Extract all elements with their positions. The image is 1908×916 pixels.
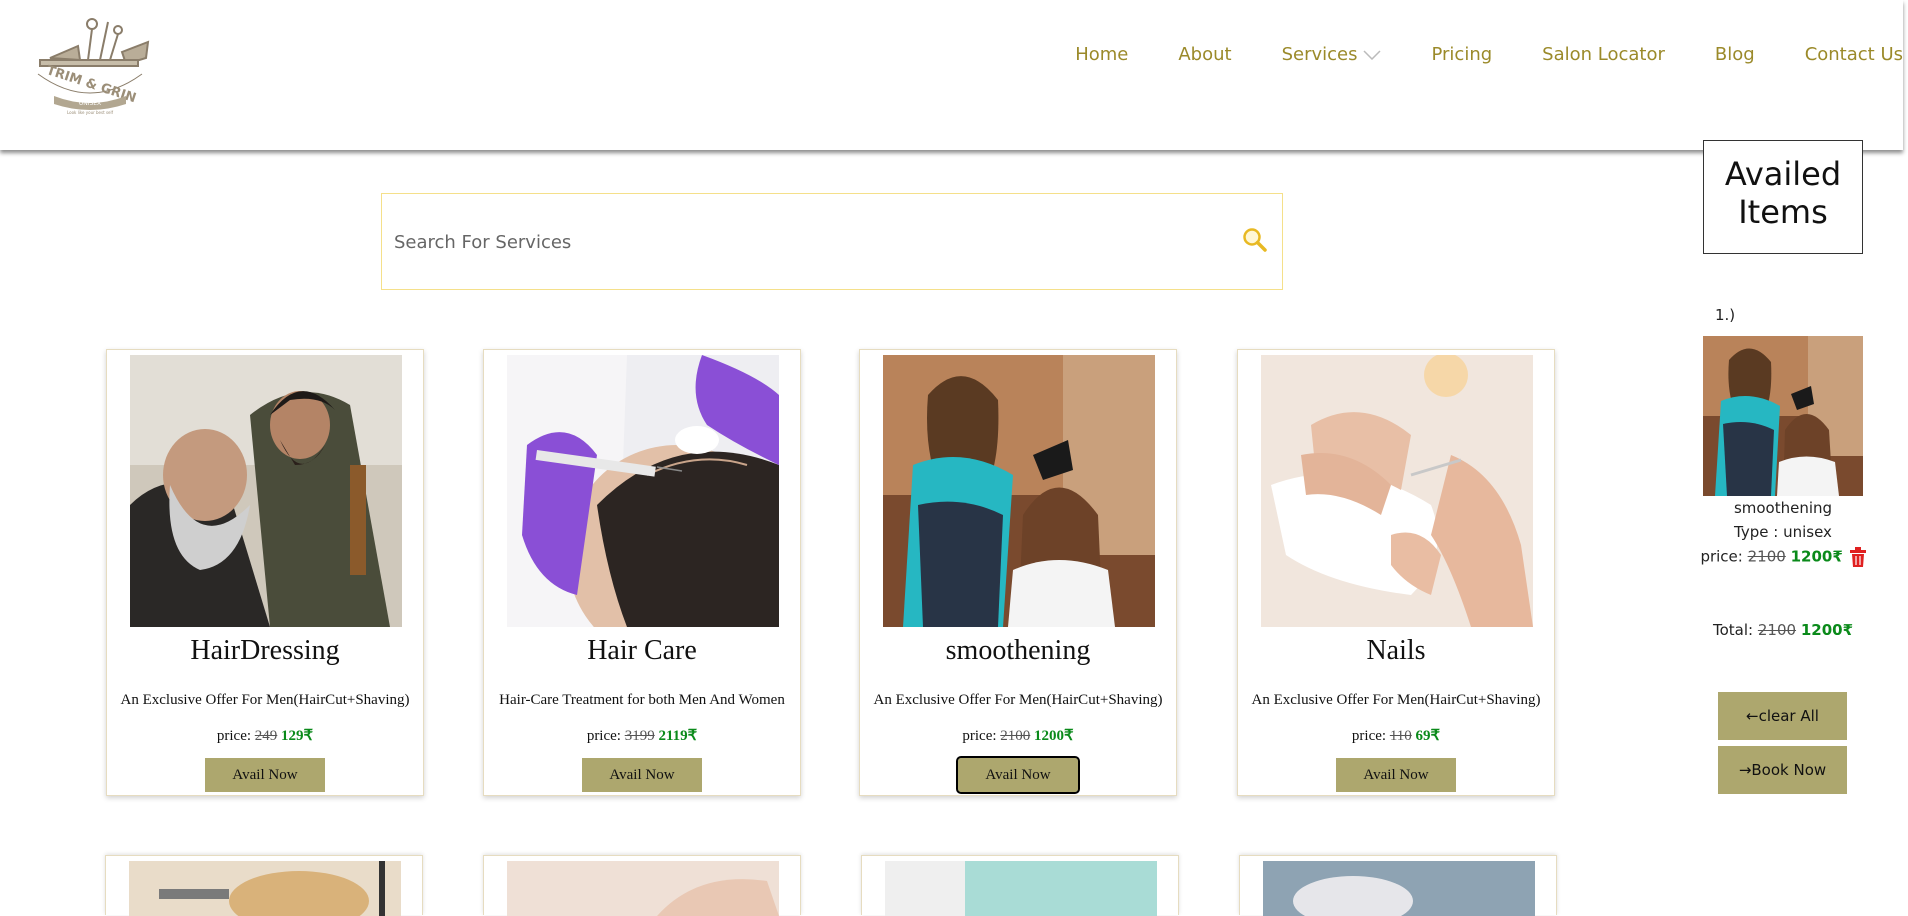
old-price: 249 [254,728,278,744]
availed-item-index: 1.) [1715,306,1736,324]
old-price: 3199 [624,728,655,744]
search-input[interactable] [392,226,1196,258]
nav-label: Services [1281,44,1358,65]
price-label: price: [962,728,997,744]
service-card: smoothening An Exclusive Offer For Men(H… [859,349,1177,796]
service-price: price: 110 69₹ [1238,726,1554,745]
nav-label: Salon Locator [1542,44,1665,65]
avail-now-button[interactable]: Avail Now [956,756,1080,794]
service-image [885,861,1157,916]
availed-total: Total: 2100 1200₹ [1700,621,1866,639]
service-card [861,855,1179,916]
avail-now-button[interactable]: Avail Now [582,758,702,792]
service-image [129,861,401,916]
service-description: An Exclusive Offer For Men(HairCut+Shavi… [873,692,1163,708]
service-price: price: 249 129₹ [107,726,423,745]
nav-home[interactable]: Home [1075,44,1128,65]
main-nav: Home About Services Pricing Salon Locato… [1075,44,1903,65]
service-card: HairDressing An Exclusive Offer For Men(… [106,349,424,796]
nav-label: Blog [1714,44,1755,65]
nav-label: Contact Us [1804,44,1903,65]
service-card: Hair Care Hair-Care Treatment for both M… [483,349,801,796]
service-title: Hair Care [587,635,697,666]
nav-pricing[interactable]: Pricing [1431,44,1492,65]
availed-items-title: Availed Items [1703,140,1863,254]
clear-all-button[interactable]: ←clear All [1718,692,1847,740]
service-image [507,861,779,916]
service-description: Hair-Care Treatment for both Men And Wom… [499,692,785,708]
service-card [1239,855,1557,916]
total-label: Total: [1712,621,1754,639]
availed-item-price: price: 2100 1200₹ [1700,547,1866,567]
search-box [381,193,1283,290]
new-price: 69₹ [1415,728,1441,744]
total-old-price: 2100 [1757,621,1797,639]
new-price: 129₹ [281,728,314,744]
service-description: An Exclusive Offer For Men(HairCut+Shavi… [120,692,410,708]
logo-tagline: Look like your best self [67,110,114,115]
service-description: An Exclusive Offer For Men(HairCut+Shavi… [1251,692,1541,708]
book-now-button[interactable]: →Book Now [1718,746,1847,794]
nav-about[interactable]: About [1178,44,1231,65]
nav-label: Pricing [1431,44,1493,65]
service-title: smoothening [945,635,1091,666]
nav-label: Home [1075,44,1129,65]
service-price: price: 3199 2119₹ [484,726,800,745]
new-price: 1200₹ [1790,547,1843,566]
trim-and-grin-logo[interactable]: TRIM & GRIN UNISEX Look like your best s… [30,12,150,117]
service-price: price: 2100 1200₹ [860,726,1176,745]
price-label: price: [1351,728,1387,744]
avail-now-button[interactable]: Avail Now [1336,758,1456,792]
nav-salon-locator[interactable]: Salon Locator [1542,44,1665,65]
old-price: 2100 [1000,728,1031,744]
availed-item-type: Type : unisex [1734,523,1832,541]
smoothening-image [883,355,1155,627]
hair-care-image [507,355,779,627]
availed-item-name: smoothening [1733,499,1833,517]
site-header: TRIM & GRIN UNISEX Look like your best s… [0,0,1903,150]
nav-blog[interactable]: Blog [1715,44,1755,65]
total-new-price: 1200₹ [1800,621,1854,639]
service-card: Nails An Exclusive Offer For Men(HairCut… [1237,349,1555,796]
new-price: 2119₹ [658,728,698,744]
hairdressing-image [130,355,402,627]
avail-now-button[interactable]: Avail Now [205,758,325,792]
service-title: Nails [1366,635,1426,666]
service-card [105,855,423,916]
search-icon[interactable] [1242,227,1268,253]
old-price: 2100 [1747,547,1786,566]
nails-image [1261,355,1533,627]
price-label: price: [586,728,621,744]
logo-sub: UNISEX [79,100,101,107]
service-image [1263,861,1535,916]
old-price: 110 [1389,728,1412,744]
chevron-down-icon [1363,49,1382,60]
trash-icon[interactable] [1849,547,1866,567]
price-label: price: [216,728,252,744]
nav-label: About [1178,44,1232,65]
new-price: 1200₹ [1034,728,1074,744]
service-card [483,855,801,916]
price-label: price: [1700,547,1743,566]
availed-item-image [1703,336,1863,496]
nav-services[interactable]: Services [1282,44,1382,65]
nav-contact-us[interactable]: Contact Us [1805,44,1903,65]
service-title: HairDressing [190,635,340,666]
